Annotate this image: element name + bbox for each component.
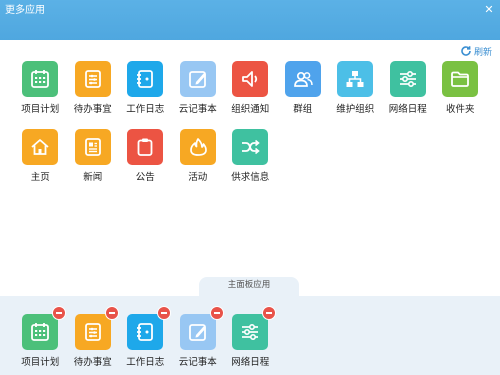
- title-bar: 更多应用 ✕: [0, 0, 500, 40]
- app-label: 供求信息: [231, 172, 270, 183]
- app-label: 公告: [135, 172, 155, 183]
- app-tile[interactable]: [442, 61, 479, 97]
- app-label: 待办事宜: [73, 357, 112, 368]
- list-icon: [84, 70, 101, 88]
- app-label: 工作日志: [126, 357, 165, 368]
- app-label: 网络日程: [388, 104, 427, 115]
- app-folder[interactable]: 收件夹: [434, 61, 487, 116]
- app-clipboard[interactable]: 公告: [119, 129, 172, 184]
- app-shuffle[interactable]: 供求信息: [224, 129, 277, 184]
- app-tile[interactable]: [74, 306, 119, 350]
- app-tile[interactable]: [22, 61, 59, 97]
- app-group[interactable]: 群组: [277, 61, 330, 116]
- app-tile[interactable]: [232, 129, 269, 165]
- list-icon: [84, 323, 101, 341]
- dock-app-sliders[interactable]: 网络日程: [224, 306, 277, 369]
- note-edit-icon: [188, 71, 206, 88]
- minus-icon: [161, 312, 168, 314]
- app-speaker[interactable]: 组织通知: [224, 61, 277, 116]
- app-grid: 项目计划 待办事宜 工作日志 云记事本 组织通知 群组 维护组织 网络日程 收件夹主页 新闻 公告 活…: [14, 61, 494, 184]
- minus-icon: [266, 312, 273, 314]
- refresh-icon: [461, 46, 471, 56]
- app-label: 网络日程: [231, 357, 270, 368]
- app-label: 云记事本: [178, 357, 217, 368]
- refresh-label: 刷新: [473, 47, 492, 58]
- app-tile[interactable]: [284, 61, 321, 97]
- app-calendar[interactable]: 项目计划: [14, 61, 67, 116]
- notebook-icon: [137, 70, 154, 88]
- minus-icon: [56, 312, 63, 314]
- app-list[interactable]: 待办事宜: [67, 61, 120, 116]
- app-tile[interactable]: [389, 61, 426, 97]
- speaker-icon: [242, 71, 258, 87]
- refresh-button[interactable]: 刷新: [460, 44, 492, 58]
- app-label: 云记事本: [178, 104, 217, 115]
- app-tile[interactable]: [232, 61, 269, 97]
- app-label: 维护组织: [336, 104, 375, 115]
- calendar-icon: [31, 323, 50, 341]
- app-label: 项目计划: [21, 357, 60, 368]
- app-tile[interactable]: [74, 129, 111, 165]
- dock-app-notebook[interactable]: 工作日志: [119, 306, 172, 369]
- remove-app-button[interactable]: [262, 306, 277, 320]
- notebook-icon: [137, 323, 154, 341]
- clipboard-icon: [137, 138, 153, 156]
- app-tile[interactable]: [127, 129, 164, 165]
- close-button[interactable]: ✕: [482, 3, 496, 17]
- app-home[interactable]: 主页: [14, 129, 67, 184]
- calendar-icon: [31, 70, 50, 88]
- app-label: 主页: [30, 172, 50, 183]
- group-icon: [293, 71, 313, 87]
- app-tile[interactable]: [127, 61, 164, 97]
- dock-app-note-edit[interactable]: 云记事本: [172, 306, 225, 369]
- app-sliders[interactable]: 网络日程: [382, 61, 435, 116]
- app-note-edit[interactable]: 云记事本: [172, 61, 225, 116]
- minus-icon: [213, 312, 220, 314]
- dock-grid: 项目计划 待办事宜 工作日志 云记事本 网络日程: [14, 306, 277, 369]
- app-tile[interactable]: [179, 61, 216, 97]
- app-tile[interactable]: [179, 306, 224, 350]
- app-tile[interactable]: [127, 306, 172, 350]
- app-label: 群组: [293, 104, 313, 115]
- app-tile[interactable]: [22, 129, 59, 165]
- app-tile[interactable]: [22, 306, 67, 350]
- flame-icon: [189, 138, 207, 156]
- app-label: 待办事宜: [73, 104, 112, 115]
- app-label: 新闻: [83, 172, 103, 183]
- window-title: 更多应用: [5, 5, 45, 16]
- app-notebook[interactable]: 工作日志: [119, 61, 172, 116]
- app-label: 活动: [188, 172, 208, 183]
- news-icon: [84, 138, 101, 156]
- app-label: 工作日志: [126, 104, 165, 115]
- dock-app-calendar[interactable]: 项目计划: [14, 306, 67, 369]
- remove-app-button[interactable]: [104, 306, 119, 320]
- shuffle-icon: [242, 139, 260, 155]
- remove-app-button[interactable]: [157, 306, 172, 320]
- dock-title: 主面板应用: [199, 277, 299, 296]
- remove-app-button[interactable]: [209, 306, 224, 320]
- app-label: 组织通知: [231, 104, 270, 115]
- app-tile[interactable]: [179, 129, 216, 165]
- org-chart-icon: [346, 71, 364, 87]
- sliders-icon: [399, 70, 416, 88]
- dock-app-list[interactable]: 待办事宜: [67, 306, 120, 369]
- remove-app-button[interactable]: [52, 306, 67, 320]
- app-tile[interactable]: [74, 61, 111, 97]
- sliders-icon: [242, 323, 259, 341]
- app-tile[interactable]: [337, 61, 374, 97]
- app-flame[interactable]: 活动: [172, 129, 225, 184]
- folder-icon: [451, 71, 470, 87]
- app-label: 收件夹: [445, 104, 475, 115]
- minus-icon: [108, 312, 115, 314]
- app-org-chart[interactable]: 维护组织: [329, 61, 382, 116]
- home-icon: [31, 139, 49, 155]
- note-edit-icon: [188, 324, 206, 341]
- app-tile[interactable]: [232, 306, 277, 350]
- app-news[interactable]: 新闻: [67, 129, 120, 184]
- app-label: 项目计划: [21, 104, 60, 115]
